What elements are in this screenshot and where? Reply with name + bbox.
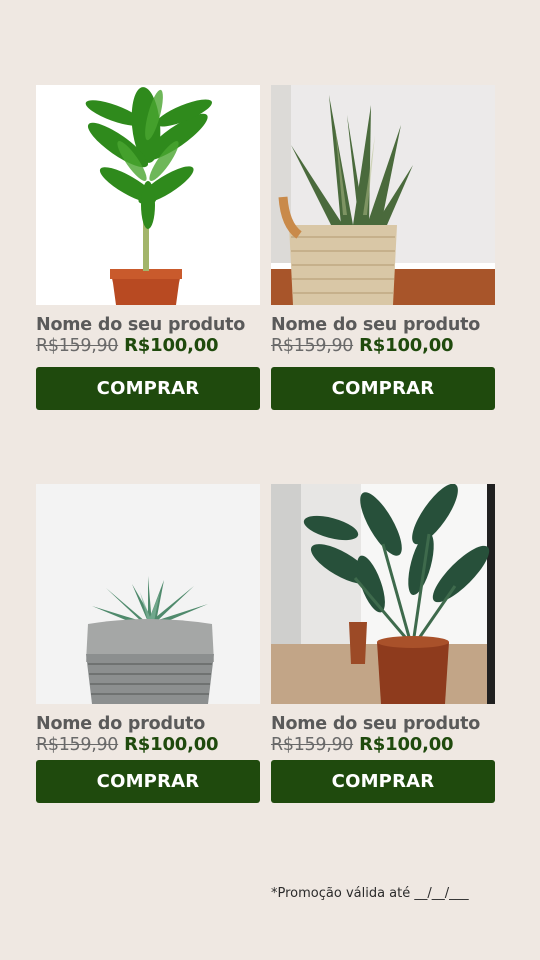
buy-button[interactable]: COMPRAR xyxy=(36,760,260,803)
product-card: Nome do seu produto R$159,90 R$100,00 COM… xyxy=(271,484,495,803)
product-card: Nome do produto R$159,90 R$100,00 COMPRAR xyxy=(36,484,260,803)
old-price: R$159,90 xyxy=(271,336,354,356)
product-name: Nome do seu produto xyxy=(36,315,246,335)
new-price: R$100,00 xyxy=(359,734,454,755)
old-price: R$159,90 xyxy=(36,336,119,356)
product-image[interactable] xyxy=(271,85,495,305)
new-price: R$100,00 xyxy=(359,335,454,356)
new-price: R$100,00 xyxy=(124,335,219,356)
product-name: Nome do seu produto xyxy=(271,315,481,335)
product-name: Nome do seu produto xyxy=(271,714,481,734)
price-row: R$159,90 R$100,00 xyxy=(36,335,260,357)
old-price: R$159,90 xyxy=(271,735,354,755)
buy-button[interactable]: COMPRAR xyxy=(271,760,495,803)
product-name: Nome do produto xyxy=(36,714,206,734)
product-image[interactable] xyxy=(271,484,495,704)
product-image[interactable] xyxy=(36,85,260,305)
buy-button[interactable]: COMPRAR xyxy=(271,367,495,410)
promotion-footnote: *Promoção válida até __/__/___ xyxy=(271,886,469,901)
product-card: Nome do seu produto R$159,90 R$100,00 COM… xyxy=(271,85,495,410)
price-row: R$159,90 R$100,00 xyxy=(271,335,495,357)
price-row: R$159,90 R$100,00 xyxy=(36,734,260,756)
buy-button[interactable]: COMPRAR xyxy=(36,367,260,410)
product-card: Nome do seu produto R$159,90 R$100,00 COM… xyxy=(36,85,260,410)
old-price: R$159,90 xyxy=(36,735,119,755)
new-price: R$100,00 xyxy=(124,734,219,755)
price-row: R$159,90 R$100,00 xyxy=(271,734,495,756)
product-image[interactable] xyxy=(36,484,260,704)
